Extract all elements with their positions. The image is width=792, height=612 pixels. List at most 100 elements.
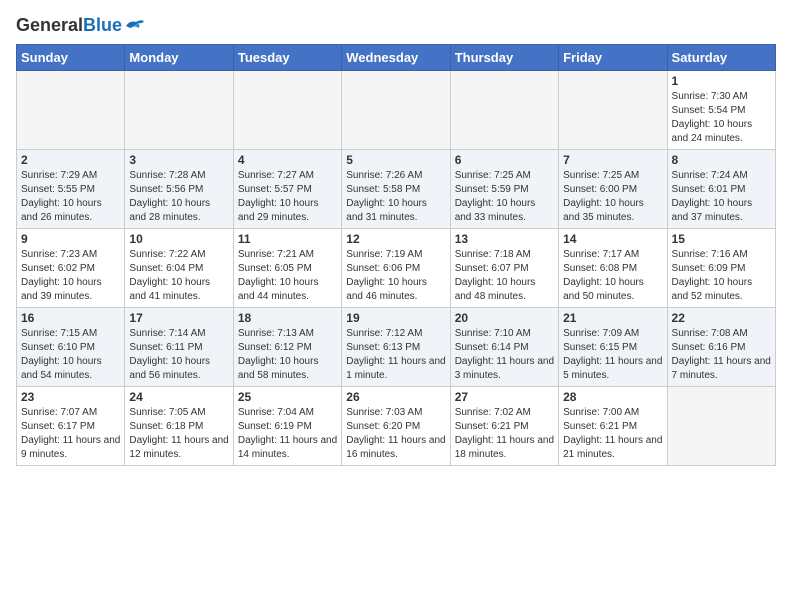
sunrise-text: Sunrise: 7:04 AM — [238, 406, 337, 420]
day-number: 11 — [238, 232, 337, 246]
calendar-cell: 5Sunrise: 7:26 AMSunset: 5:58 PMDaylight… — [342, 149, 450, 228]
day-number: 19 — [346, 311, 445, 325]
day-number: 6 — [455, 153, 554, 167]
day-number: 12 — [346, 232, 445, 246]
daylight-text: Daylight: 10 hours and 54 minutes. — [21, 355, 120, 383]
cell-content: Sunrise: 7:17 AMSunset: 6:08 PMDaylight:… — [563, 248, 662, 304]
sunrise-text: Sunrise: 7:14 AM — [129, 327, 228, 341]
cell-content: Sunrise: 7:14 AMSunset: 6:11 PMDaylight:… — [129, 327, 228, 383]
daylight-text: Daylight: 10 hours and 28 minutes. — [129, 197, 228, 225]
daylight-text: Daylight: 10 hours and 33 minutes. — [455, 197, 554, 225]
sunset-text: Sunset: 5:55 PM — [21, 183, 120, 197]
day-number: 24 — [129, 390, 228, 404]
day-number: 1 — [672, 74, 771, 88]
calendar-cell: 18Sunrise: 7:13 AMSunset: 6:12 PMDayligh… — [233, 307, 341, 386]
sunset-text: Sunset: 6:11 PM — [129, 341, 228, 355]
sunset-text: Sunset: 6:19 PM — [238, 420, 337, 434]
cell-content: Sunrise: 7:10 AMSunset: 6:14 PMDaylight:… — [455, 327, 554, 383]
calendar-cell: 16Sunrise: 7:15 AMSunset: 6:10 PMDayligh… — [17, 307, 125, 386]
sunset-text: Sunset: 6:06 PM — [346, 262, 445, 276]
cell-content: Sunrise: 7:29 AMSunset: 5:55 PMDaylight:… — [21, 169, 120, 225]
sunset-text: Sunset: 5:54 PM — [672, 104, 771, 118]
daylight-text: Daylight: 10 hours and 52 minutes. — [672, 276, 771, 304]
sunset-text: Sunset: 6:07 PM — [455, 262, 554, 276]
logo: GeneralBlue — [16, 16, 146, 36]
sunrise-text: Sunrise: 7:07 AM — [21, 406, 120, 420]
sunrise-text: Sunrise: 7:16 AM — [672, 248, 771, 262]
cell-content: Sunrise: 7:16 AMSunset: 6:09 PMDaylight:… — [672, 248, 771, 304]
calendar-cell: 6 Sunrise: 7:25 AMSunset: 5:59 PMDaylight… — [450, 149, 558, 228]
day-number: 20 — [455, 311, 554, 325]
calendar-cell: 24 Sunrise: 7:05 AMSunset: 6:18 PMDayligh… — [125, 386, 233, 465]
sunset-text: Sunset: 6:00 PM — [563, 183, 662, 197]
sunset-text: Sunset: 6:21 PM — [455, 420, 554, 434]
sunset-text: Sunset: 5:58 PM — [346, 183, 445, 197]
daylight-text: Daylight: 10 hours and 48 minutes. — [455, 276, 554, 304]
day-number: 3 — [129, 153, 228, 167]
weekday-header-tuesday: Tuesday — [233, 44, 341, 70]
sunset-text: Sunset: 6:15 PM — [563, 341, 662, 355]
day-number: 8 — [672, 153, 771, 167]
daylight-text: Daylight: 10 hours and 50 minutes. — [563, 276, 662, 304]
sunrise-text: Sunrise: 7:05 AM — [129, 406, 228, 420]
sunrise-text: Sunrise: 7:10 AM — [455, 327, 554, 341]
calendar-cell: 19 Sunrise: 7:12 AMSunset: 6:13 PMDayligh… — [342, 307, 450, 386]
cell-content: Sunrise: 7:26 AMSunset: 5:58 PMDaylight:… — [346, 169, 445, 225]
calendar-cell: 15Sunrise: 7:16 AMSunset: 6:09 PMDayligh… — [667, 228, 775, 307]
calendar-cell — [559, 70, 667, 149]
cell-content: Sunrise: 7:08 AMSunset: 6:16 PMDaylight:… — [672, 327, 771, 383]
cell-content: Sunrise: 7:00 AMSunset: 6:21 PMDaylight:… — [563, 406, 662, 462]
day-number: 2 — [21, 153, 120, 167]
cell-content: Sunrise: 7:30 AMSunset: 5:54 PMDaylight:… — [672, 90, 771, 146]
calendar-cell — [342, 70, 450, 149]
calendar-cell — [17, 70, 125, 149]
cell-content: Sunrise: 7:22 AMSunset: 6:04 PMDaylight:… — [129, 248, 228, 304]
daylight-text: Daylight: 11 hours and 14 minutes. — [238, 434, 337, 462]
calendar-cell: 9Sunrise: 7:23 AMSunset: 6:02 PMDaylight… — [17, 228, 125, 307]
sunrise-text: Sunrise: 7:29 AM — [21, 169, 120, 183]
calendar-cell: 10Sunrise: 7:22 AMSunset: 6:04 PMDayligh… — [125, 228, 233, 307]
sunset-text: Sunset: 6:08 PM — [563, 262, 662, 276]
calendar-cell: 17Sunrise: 7:14 AMSunset: 6:11 PMDayligh… — [125, 307, 233, 386]
sunset-text: Sunset: 6:12 PM — [238, 341, 337, 355]
sunrise-text: Sunrise: 7:18 AM — [455, 248, 554, 262]
day-number: 25 — [238, 390, 337, 404]
sunset-text: Sunset: 6:17 PM — [21, 420, 120, 434]
day-number: 14 — [563, 232, 662, 246]
cell-content: Sunrise: 7:24 AMSunset: 6:01 PMDaylight:… — [672, 169, 771, 225]
sunrise-text: Sunrise: 7:12 AM — [346, 327, 445, 341]
daylight-text: Daylight: 10 hours and 35 minutes. — [563, 197, 662, 225]
cell-content: Sunrise: 7:25 AMSunset: 5:59 PMDaylight:… — [455, 169, 554, 225]
cell-content: Sunrise: 7:05 AMSunset: 6:18 PMDaylight:… — [129, 406, 228, 462]
calendar-cell: 4Sunrise: 7:27 AMSunset: 5:57 PMDaylight… — [233, 149, 341, 228]
cell-content: Sunrise: 7:19 AMSunset: 6:06 PMDaylight:… — [346, 248, 445, 304]
daylight-text: Daylight: 10 hours and 37 minutes. — [672, 197, 771, 225]
daylight-text: Daylight: 10 hours and 44 minutes. — [238, 276, 337, 304]
sunset-text: Sunset: 6:09 PM — [672, 262, 771, 276]
sunset-text: Sunset: 6:21 PM — [563, 420, 662, 434]
cell-content: Sunrise: 7:25 AMSunset: 6:00 PMDaylight:… — [563, 169, 662, 225]
daylight-text: Daylight: 11 hours and 5 minutes. — [563, 355, 662, 383]
page-header: GeneralBlue — [16, 16, 776, 36]
sunrise-text: Sunrise: 7:09 AM — [563, 327, 662, 341]
weekday-header-row: SundayMondayTuesdayWednesdayThursdayFrid… — [17, 44, 776, 70]
cell-content: Sunrise: 7:07 AMSunset: 6:17 PMDaylight:… — [21, 406, 120, 462]
daylight-text: Daylight: 10 hours and 26 minutes. — [21, 197, 120, 225]
sunset-text: Sunset: 6:13 PM — [346, 341, 445, 355]
weekday-header-saturday: Saturday — [667, 44, 775, 70]
cell-content: Sunrise: 7:09 AMSunset: 6:15 PMDaylight:… — [563, 327, 662, 383]
calendar-cell: 23Sunrise: 7:07 AMSunset: 6:17 PMDayligh… — [17, 386, 125, 465]
day-number: 27 — [455, 390, 554, 404]
sunset-text: Sunset: 6:02 PM — [21, 262, 120, 276]
day-number: 13 — [455, 232, 554, 246]
sunrise-text: Sunrise: 7:00 AM — [563, 406, 662, 420]
sunset-text: Sunset: 6:04 PM — [129, 262, 228, 276]
weekday-header-friday: Friday — [559, 44, 667, 70]
weekday-header-monday: Monday — [125, 44, 233, 70]
calendar-cell — [667, 386, 775, 465]
logo-blue: Blue — [83, 15, 122, 35]
sunrise-text: Sunrise: 7:27 AM — [238, 169, 337, 183]
cell-content: Sunrise: 7:18 AMSunset: 6:07 PMDaylight:… — [455, 248, 554, 304]
daylight-text: Daylight: 10 hours and 39 minutes. — [21, 276, 120, 304]
daylight-text: Daylight: 11 hours and 1 minute. — [346, 355, 445, 383]
